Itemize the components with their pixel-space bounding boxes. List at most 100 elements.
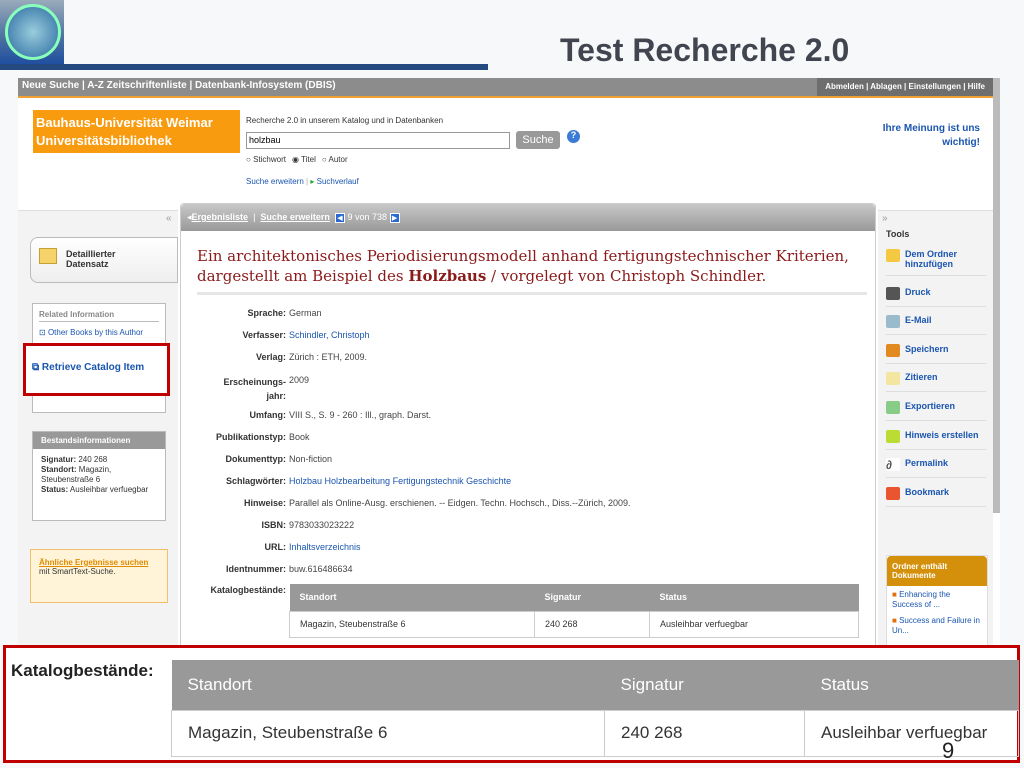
zoom-holdings-table: Standort Signatur Status Magazin, Steubens…: [171, 660, 1019, 757]
search-field-radios: ○ Stichwort ◉ Titel ○ Autor: [246, 155, 348, 164]
scrollbar[interactable]: [993, 78, 1000, 513]
tool-label: Exportieren: [905, 401, 956, 411]
tool-item[interactable]: Zitieren: [886, 372, 986, 392]
zoom-holdings-label: Katalogbestände:: [11, 661, 154, 680]
col-signatur: Signatur: [534, 584, 650, 611]
detail-record-tab[interactable]: Detaillierter Datensatz: [30, 237, 178, 283]
expand-right-button[interactable]: »: [882, 213, 888, 224]
collapse-left-button[interactable]: «: [166, 213, 172, 224]
cite-icon: [886, 372, 900, 385]
similar-results-sub: mit SmartText-Suche.: [39, 567, 116, 576]
field-value[interactable]: Inhaltsverzeichnis: [289, 542, 361, 552]
field-value[interactable]: Holzbau Holzbearbeitung Fertigungstechni…: [289, 476, 511, 486]
other-books-link[interactable]: ⊡ Other Books by this Author: [39, 328, 143, 337]
ebsco-logo: [0, 0, 64, 64]
field-label: Dokumenttyp:: [225, 454, 287, 464]
field-value: Book: [289, 432, 310, 442]
extend-search-link[interactable]: Suche erweitern: [260, 212, 330, 222]
tool-label: Hinweis erstellen: [905, 430, 979, 440]
settings-link[interactable]: Einstellungen: [909, 82, 961, 91]
holdings-table: Standort Signatur Status Magazin, Steubens…: [289, 584, 859, 638]
similar-results-link[interactable]: Ähnliche Ergebnisse suchen: [39, 558, 159, 567]
table-row: Magazin, Steubenstraße 6 240 268 Ausleihba…: [289, 610, 859, 638]
zoom-col-status: Status: [804, 660, 1019, 710]
folder-icon: [39, 248, 57, 264]
tools-title: Tools: [886, 229, 910, 239]
holdings-header-row: Standort Signatur Status: [289, 584, 859, 611]
tool-item[interactable]: Dem Ordner hinzufügen: [886, 249, 986, 276]
holdings-info-body: Signatur: 240 268 Standort: Magazin, Ste…: [41, 455, 149, 494]
extend-search-link[interactable]: Suche erweitern: [246, 177, 304, 186]
left-sidebar: « Detaillierter Datensatz Related Inform…: [18, 210, 178, 648]
help-icon[interactable]: ?: [567, 130, 580, 143]
library-name: Universitätsbibliothek: [36, 133, 172, 148]
tool-item[interactable]: Hinweis erstellen: [886, 430, 986, 450]
email-icon: [886, 315, 900, 328]
save-icon: [886, 344, 900, 357]
top-navigation: Neue Suche | A-Z Zeitschriftenliste | Da…: [18, 78, 993, 98]
search-input[interactable]: holzbau: [246, 132, 510, 149]
col-status: Status: [649, 584, 859, 611]
feedback-link[interactable]: Ihre Meinung ist uns wichtig!: [870, 122, 980, 150]
link-icon: ∂: [886, 458, 900, 472]
retrieve-catalog-item-link[interactable]: ⧉ Retrieve Catalog Item: [32, 362, 144, 373]
bookmark-icon: [886, 487, 900, 500]
institution-logo[interactable]: Bauhaus-Universität Weimar Universitätsb…: [33, 110, 240, 153]
folder-item[interactable]: ■ Enhancing the Success of ...: [887, 586, 987, 614]
tool-item[interactable]: Druck: [886, 287, 986, 307]
col-standort: Standort: [289, 584, 535, 611]
tool-label: Druck: [905, 287, 931, 297]
help-link[interactable]: Hilfe: [968, 82, 985, 91]
logout-link[interactable]: Abmelden: [825, 82, 864, 91]
tool-item[interactable]: Bookmark: [886, 487, 986, 507]
field-label: Umfang:: [249, 410, 287, 420]
field-label: Identnummer:: [225, 564, 286, 574]
catalog-screenshot: Neue Suche | A-Z Zeitschriftenliste | Da…: [18, 78, 1000, 648]
search-button[interactable]: Suche: [516, 131, 560, 149]
zoom-col-standort: Standort: [171, 660, 605, 710]
field-label: Verfasser:: [242, 330, 286, 340]
radio-stichwort[interactable]: ○ Stichwort: [246, 155, 286, 164]
field-value: buw.616486634: [289, 564, 353, 574]
related-title: Related Information: [39, 310, 159, 322]
tool-label: E-Mail: [905, 315, 932, 325]
radio-autor[interactable]: ○ Autor: [322, 155, 348, 164]
page-number: 9: [942, 738, 955, 763]
right-sidebar: » Tools Dem Ordner hinzufügen Druck E-Mail…: [878, 210, 993, 648]
folder-box-title: Ordner enthält Dokumente: [887, 556, 987, 586]
folder-box: Ordner enthält Dokumente ■ Enhancing the…: [886, 555, 988, 648]
result-position: 9 von 738: [347, 212, 388, 222]
tool-label: Dem Ordner hinzufügen: [905, 249, 958, 269]
field-label: ISBN:: [261, 520, 287, 530]
printer-icon: [886, 287, 900, 300]
next-record-button[interactable]: ▶: [389, 212, 400, 223]
export-icon: [886, 401, 900, 414]
tool-item[interactable]: ∂ Permalink: [886, 458, 986, 478]
field-label: Publikationstyp:: [215, 432, 286, 442]
slide-title: Test Recherche 2.0: [560, 32, 850, 68]
nav-links[interactable]: Neue Suche | A-Z Zeitschriftenliste | Da…: [22, 80, 336, 91]
cell-status: Ausleihbar verfuegbar: [649, 610, 859, 638]
radio-titel[interactable]: ◉ Titel: [292, 155, 316, 164]
tool-item[interactable]: Exportieren: [886, 401, 986, 421]
previous-record-button[interactable]: ◀: [334, 212, 345, 223]
header-divider: [0, 64, 488, 70]
tool-item[interactable]: E-Mail: [886, 315, 986, 335]
field-label: Schlagwörter:: [225, 476, 286, 486]
record-panel: ◂Ergebnisliste | Suche erweitern ◀ 9 von…: [180, 203, 876, 648]
search-caption: Recherche 2.0 in unserem Katalog und in …: [246, 116, 444, 125]
result-list-link[interactable]: Ergebnisliste: [192, 212, 249, 222]
search-history-link[interactable]: Suchverlauf: [317, 177, 359, 186]
tool-item[interactable]: Speichern: [886, 344, 986, 364]
field-label: Verlag:: [255, 352, 286, 362]
folder-item[interactable]: ■ Success and Failure in Un...: [887, 614, 987, 638]
folder-link[interactable]: Ablagen: [870, 82, 902, 91]
table-row: Magazin, Steubenstraße 6 240 268 Ausleihba…: [171, 709, 1019, 757]
note-icon: [886, 430, 900, 443]
cell-standort: Magazin, Steubenstraße 6: [289, 610, 535, 638]
field-value[interactable]: Schindler, Christoph: [289, 330, 370, 340]
field-value: Zürich : ETH, 2009.: [289, 352, 368, 362]
zoom-col-signatur: Signatur: [604, 660, 805, 710]
folder-icon: [886, 249, 900, 262]
field-label: Hinweise:: [243, 498, 286, 508]
